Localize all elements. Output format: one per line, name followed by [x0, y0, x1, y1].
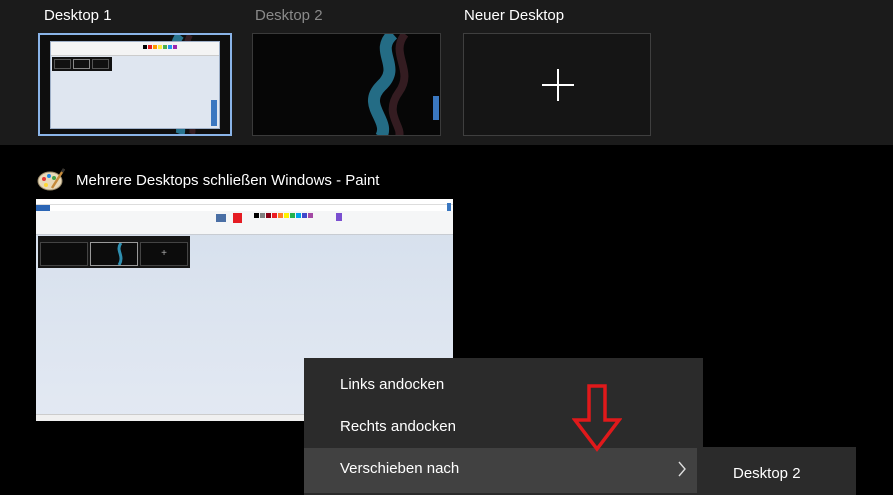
menu-item-snap-right[interactable]: Rechts andocken: [304, 406, 703, 448]
move-to-submenu: Desktop 2: [697, 447, 856, 495]
context-menu: Links andocken Rechts andocken Verschieb…: [304, 358, 703, 495]
submenu-item-label: Desktop 2: [733, 465, 801, 482]
chevron-right-icon: [678, 461, 686, 477]
menu-item-label: Links andocken: [340, 376, 445, 393]
desktop-2-label: Desktop 2: [255, 7, 323, 24]
desktop-1-thumbnail[interactable]: [38, 33, 232, 136]
submenu-item-desktop-2[interactable]: Desktop 2: [697, 453, 856, 495]
mini-paint-window: [50, 41, 220, 129]
paint-palette-icon: [37, 168, 66, 191]
new-desktop-label: Neuer Desktop: [464, 7, 565, 24]
menu-item-move-to[interactable]: Verschieben nach: [304, 448, 703, 493]
menu-item-snap-left[interactable]: Links andocken: [304, 364, 703, 406]
mini-desktops-strip: +: [38, 236, 190, 268]
desktop-2-thumbnail[interactable]: [252, 33, 441, 136]
menu-item-label: Rechts andocken: [340, 418, 456, 435]
wallpaper-swirl: [368, 34, 439, 135]
desktop-1-label: Desktop 1: [44, 7, 112, 24]
plus-icon: [542, 69, 574, 101]
virtual-desktops-bar: Desktop 1 Desktop 2 Neuer Desktop: [0, 0, 893, 145]
red-arrow-down-icon: [572, 384, 622, 452]
window-title: Mehrere Desktops schließen Windows - Pai…: [76, 172, 380, 189]
menu-item-label: Verschieben nach: [340, 460, 460, 477]
paint-ribbon: [36, 211, 453, 235]
new-desktop-button[interactable]: [463, 33, 651, 136]
